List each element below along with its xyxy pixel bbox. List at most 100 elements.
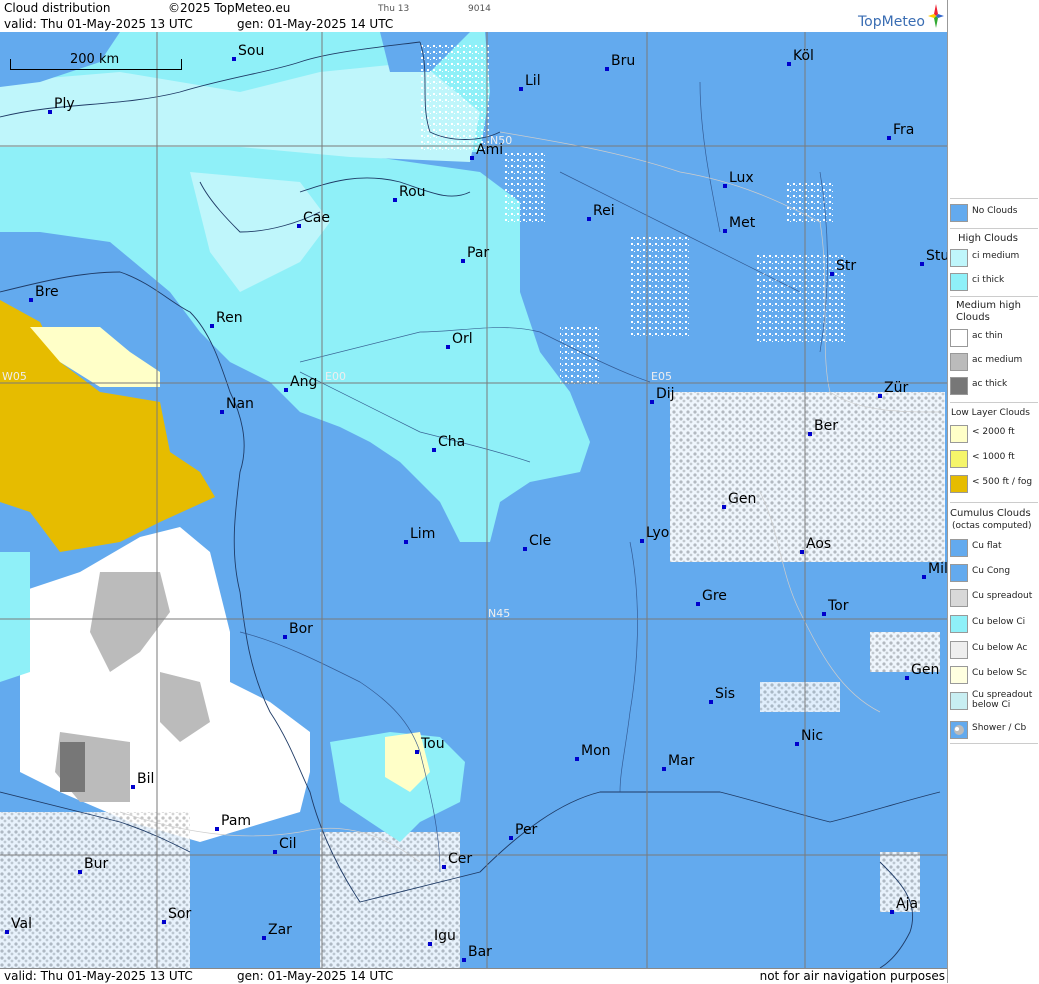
city-label: Stu: [926, 248, 947, 264]
city-marker: [587, 217, 591, 221]
legend-low-500: < 500 ft / fog: [948, 473, 1039, 495]
legend-cu-below-ac: Cu below Ac: [948, 639, 1039, 661]
map-footer: valid: Thu 01-May-2025 13 UTC gen: 01-Ma…: [0, 968, 947, 984]
city-marker: [800, 550, 804, 554]
cu-below-sc-swatch: [950, 666, 968, 684]
scale-label: 200 km: [70, 52, 120, 67]
city-marker: [920, 262, 924, 266]
city-marker: [878, 394, 882, 398]
grid-label-e00: E00: [325, 370, 346, 383]
legend-ci-medium: ci medium: [948, 247, 1039, 269]
legend-label: Cu flat: [972, 541, 1002, 551]
city-label: Bre: [35, 284, 59, 300]
ci-medium-swatch: [950, 249, 968, 267]
legend-label: ac medium: [972, 355, 1023, 365]
legend-label: ac thick: [972, 379, 1008, 389]
city-label: Lux: [729, 170, 754, 186]
city-marker: [273, 850, 277, 854]
city-label: Köl: [793, 48, 814, 64]
city-marker: [890, 910, 894, 914]
cu-spreadout-swatch: [950, 589, 968, 607]
city-marker: [808, 432, 812, 436]
city-marker: [415, 750, 419, 754]
city-label: Ren: [216, 310, 243, 326]
cu-flat-rei: [630, 237, 690, 337]
legend-cu-cong: Cu Cong: [948, 562, 1039, 584]
legend-subtitle-cumulus: (octas computed): [952, 521, 1032, 531]
legend-label: Shower / Cb: [972, 723, 1027, 733]
grid-label-w05: W05: [2, 370, 27, 383]
ac-thick-area: [60, 742, 85, 792]
shower-cb-swatch: [950, 721, 968, 739]
city-label: Mon: [581, 743, 611, 759]
legend-ac-medium: ac medium: [948, 351, 1039, 373]
cu-spreadout-below-ci-swatch: [950, 692, 968, 710]
legend-cu-flat: Cu flat: [948, 537, 1039, 559]
city-marker: [404, 540, 408, 544]
city-marker: [662, 767, 666, 771]
legend-label: Cu spreadout below Ci: [972, 690, 1033, 710]
city-marker: [220, 410, 224, 414]
legend-label: Cu Cong: [972, 566, 1011, 576]
city-label: Sis: [715, 686, 736, 702]
city-marker: [519, 87, 523, 91]
city-marker: [922, 575, 926, 579]
city-marker: [640, 539, 644, 543]
city-label: Mar: [668, 753, 695, 769]
cu-flat-str: [755, 252, 845, 342]
low-1000-swatch: [950, 450, 968, 468]
city-marker: [696, 602, 700, 606]
legend-label: Cu spreadout: [972, 591, 1033, 601]
legend-ac-thick: ac thick: [948, 375, 1039, 397]
city-marker: [428, 942, 432, 946]
city-label: Ply: [54, 96, 75, 112]
city-marker: [470, 156, 474, 160]
legend-no-clouds: No Clouds: [948, 202, 1039, 224]
brand-name: TopMeteo: [858, 14, 925, 30]
cu-below-ac-sis: [760, 682, 840, 712]
grid-label-n45: N45: [488, 607, 511, 620]
city-marker: [5, 930, 9, 934]
city-marker: [284, 388, 288, 392]
city-label: Lim: [410, 526, 436, 542]
legend-title-cumulus: Cumulus Clouds: [950, 508, 1031, 519]
city-label: Zür: [884, 380, 909, 396]
cloud-map[interactable]: 200 km E00 E05 W05 N45 N50 Sou Lil Bru Köl P…: [0, 32, 947, 968]
legend-cu-below-sc: Cu below Sc: [948, 664, 1039, 686]
city-marker: [795, 742, 799, 746]
city-marker: [905, 676, 909, 680]
city-label: Zar: [268, 922, 292, 938]
city-label: Par: [467, 245, 490, 261]
city-label: Rei: [593, 203, 615, 219]
city-label: Cle: [529, 533, 552, 549]
legend-label: ac thin: [972, 331, 1003, 341]
cu-flat-swatch: [950, 539, 968, 557]
city-label: Pam: [221, 813, 252, 829]
city-marker: [232, 57, 236, 61]
city-marker: [723, 184, 727, 188]
city-label: Bor: [289, 621, 313, 637]
city-label: Cil: [279, 836, 297, 852]
legend-panel: No Clouds High Clouds ci medium ci thick…: [947, 0, 1039, 983]
legend-shower-cb: Shower / Cb: [948, 719, 1039, 741]
cu-below-ci-lille: [420, 42, 490, 152]
frame-day: Thu 13: [378, 4, 410, 14]
city-marker: [48, 110, 52, 114]
low-2000-swatch: [950, 425, 968, 443]
city-marker: [461, 259, 465, 263]
city-marker: [650, 400, 654, 404]
city-label: Aos: [806, 536, 832, 552]
city-label: Per: [515, 822, 538, 838]
legend-ac-thin: ac thin: [948, 327, 1039, 349]
legend-label: Cu below Ci: [972, 617, 1026, 627]
cu-below-ci-ami: [505, 152, 545, 222]
cu-flat-lux: [785, 182, 835, 222]
ac-thick-swatch: [950, 377, 968, 395]
valid-time: valid: Thu 01-May-2025 13 UTC: [4, 17, 193, 31]
ac-thin-swatch: [950, 329, 968, 347]
city-marker: [262, 936, 266, 940]
city-label: Bru: [611, 53, 636, 69]
city-label: Ang: [290, 374, 318, 390]
city-marker: [393, 198, 397, 202]
city-marker: [787, 62, 791, 66]
